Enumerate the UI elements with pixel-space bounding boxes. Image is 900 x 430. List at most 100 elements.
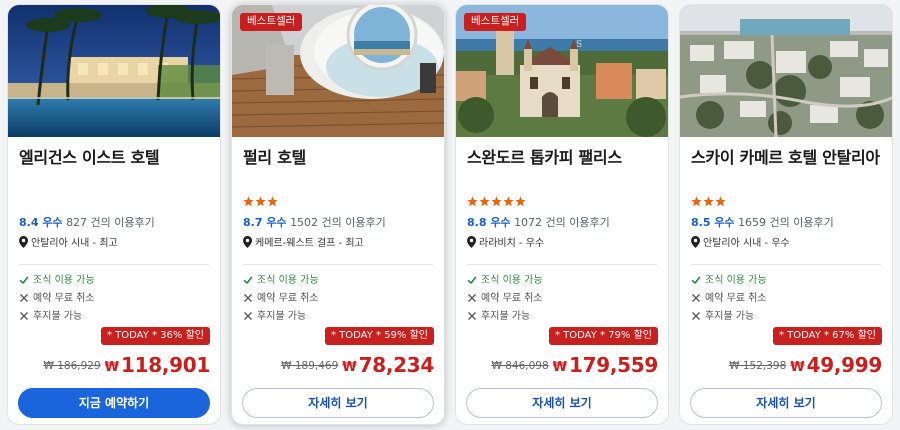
star-icon (479, 196, 490, 207)
book-now-button[interactable]: 지금 예약하기 (18, 388, 210, 418)
rating: 8.5 우수 1659 건의 이용후기 (691, 216, 834, 230)
price-block: ₩ 189,469 ₩78,234 (281, 353, 434, 377)
rating-score: 8.8 우수 (467, 216, 511, 229)
feature-breakfast: 조식 이용 가능 (19, 274, 95, 287)
feature-free-cancel: 예약 무료 취소 (467, 292, 543, 305)
x-icon (468, 312, 476, 320)
hotel-name[interactable]: 스카이 카메르 호텔 안탈리아 (691, 147, 882, 169)
location-text: 안탈리아 시내 - 우수 (703, 238, 790, 249)
hotel-results-grid: 엘리건스 이스트 호텔 8.4 우수 827 건의 이용후기 안탈리아 시내 -… (0, 0, 900, 430)
hotel-name[interactable]: 펄리 호텔 (243, 147, 434, 169)
hotel-card[interactable]: 베스트셀러 펄리 호텔 8.7 우수 1502 건의 이용후기 케메르-웨스트 … (231, 4, 445, 425)
rating: 8.4 우수 827 건의 이용후기 (19, 216, 155, 230)
hotel-photo[interactable] (8, 5, 220, 137)
feature-pay-later: 후지불 가능 (467, 310, 530, 323)
price-block: ₩ 846,098 ₩179,559 (491, 353, 659, 377)
feature-breakfast: 조식 이용 가능 (243, 274, 319, 287)
feature-label: 예약 무료 취소 (33, 293, 95, 304)
hotel-photo[interactable]: S 베스트셀러 (456, 5, 668, 137)
bestseller-badge: 베스트셀러 (240, 13, 303, 31)
feature-label: 후지불 가능 (257, 311, 307, 322)
deal-badge: * TODAY * 67% 할인 (772, 327, 882, 345)
location-text: 라라비치 - 우수 (479, 238, 545, 249)
rating-score: 8.7 우수 (243, 216, 287, 229)
x-icon (20, 294, 28, 302)
feature-label: 후지불 가능 (481, 311, 531, 322)
x-icon (468, 294, 476, 302)
feature-pay-later: 후지불 가능 (691, 310, 754, 323)
current-price: 78,234 (358, 353, 435, 377)
x-icon (244, 312, 252, 320)
check-icon (243, 276, 253, 285)
check-icon (19, 276, 29, 285)
view-details-button[interactable]: 자세히 보기 (242, 388, 434, 418)
original-price: ₩ 152,398 (729, 360, 787, 372)
location: 안탈리아 시내 - 최고 (19, 236, 118, 251)
svg-text:S: S (576, 40, 582, 50)
current-price: 179,559 (569, 353, 658, 377)
feature-label: 조식 이용 가능 (481, 275, 543, 286)
location: 케메르-웨스트 걸프 - 최고 (243, 236, 364, 251)
view-details-button[interactable]: 자세히 보기 (690, 388, 882, 418)
hotel-card[interactable]: 스카이 카메르 호텔 안탈리아 8.5 우수 1659 건의 이용후기 안탈리아… (679, 4, 893, 425)
rating-score: 8.4 우수 (19, 216, 63, 229)
star-icon (515, 196, 526, 207)
review-count[interactable]: 1659 건의 이용후기 (738, 216, 834, 229)
star-rating (243, 192, 279, 207)
star-rating (467, 192, 527, 207)
current-price: 49,999 (806, 353, 883, 377)
original-price: ₩ 846,098 (491, 360, 549, 372)
divider (243, 264, 433, 265)
star-rating (691, 192, 727, 207)
feature-label: 후지불 가능 (33, 311, 83, 322)
view-details-button[interactable]: 자세히 보기 (466, 388, 658, 418)
location-text: 안탈리아 시내 - 최고 (31, 238, 118, 249)
feature-label: 조식 이용 가능 (33, 275, 95, 286)
hotel-photo[interactable]: 베스트셀러 (232, 5, 444, 137)
location: 안탈리아 시내 - 우수 (691, 236, 790, 251)
hotel-photo[interactable] (680, 5, 892, 137)
review-count[interactable]: 827 건의 이용후기 (66, 216, 155, 229)
divider (467, 264, 657, 265)
currency-symbol: ₩ (790, 360, 805, 375)
feature-label: 후지불 가능 (705, 311, 755, 322)
star-icon (267, 196, 278, 207)
feature-breakfast: 조식 이용 가능 (691, 274, 767, 287)
deal-badge: * TODAY * 36% 할인 (100, 327, 210, 345)
map-pin-icon (467, 236, 476, 248)
star-icon (691, 196, 702, 207)
x-icon (692, 312, 700, 320)
current-price: 118,901 (121, 353, 210, 377)
review-count[interactable]: 1072 건의 이용후기 (514, 216, 610, 229)
star-icon (715, 196, 726, 207)
location-text: 케메르-웨스트 걸프 - 최고 (255, 238, 364, 249)
feature-label: 예약 무료 취소 (705, 293, 767, 304)
x-icon (244, 294, 252, 302)
hotel-name[interactable]: 엘리건스 이스트 호텔 (19, 147, 210, 169)
hotel-card[interactable]: S 베스트셀러 스완도르 톱카피 팰리스 8.8 우수 1072 건의 이용후기… (455, 4, 669, 425)
hotel-card[interactable]: 엘리건스 이스트 호텔 8.4 우수 827 건의 이용후기 안탈리아 시내 -… (7, 4, 221, 425)
currency-symbol: ₩ (342, 360, 357, 375)
deal-badge: * TODAY * 59% 할인 (324, 327, 434, 345)
feature-free-cancel: 예약 무료 취소 (691, 292, 767, 305)
review-count[interactable]: 1502 건의 이용후기 (290, 216, 386, 229)
feature-label: 조식 이용 가능 (257, 275, 319, 286)
location: 라라비치 - 우수 (467, 236, 544, 251)
hotel-name[interactable]: 스완도르 톱카피 팰리스 (467, 147, 658, 169)
star-icon (491, 196, 502, 207)
currency-symbol: ₩ (104, 360, 119, 375)
star-icon (503, 196, 514, 207)
feature-breakfast: 조식 이용 가능 (467, 274, 543, 287)
feature-label: 조식 이용 가능 (705, 275, 767, 286)
map-pin-icon (19, 236, 28, 248)
deal-badge: * TODAY * 79% 할인 (548, 327, 658, 345)
map-pin-icon (243, 236, 252, 248)
x-icon (20, 312, 28, 320)
star-icon (703, 196, 714, 207)
check-icon (467, 276, 477, 285)
currency-symbol: ₩ (552, 360, 567, 375)
map-pin-icon (691, 236, 700, 248)
feature-free-cancel: 예약 무료 취소 (243, 292, 319, 305)
divider (691, 264, 881, 265)
rating: 8.7 우수 1502 건의 이용후기 (243, 216, 386, 230)
